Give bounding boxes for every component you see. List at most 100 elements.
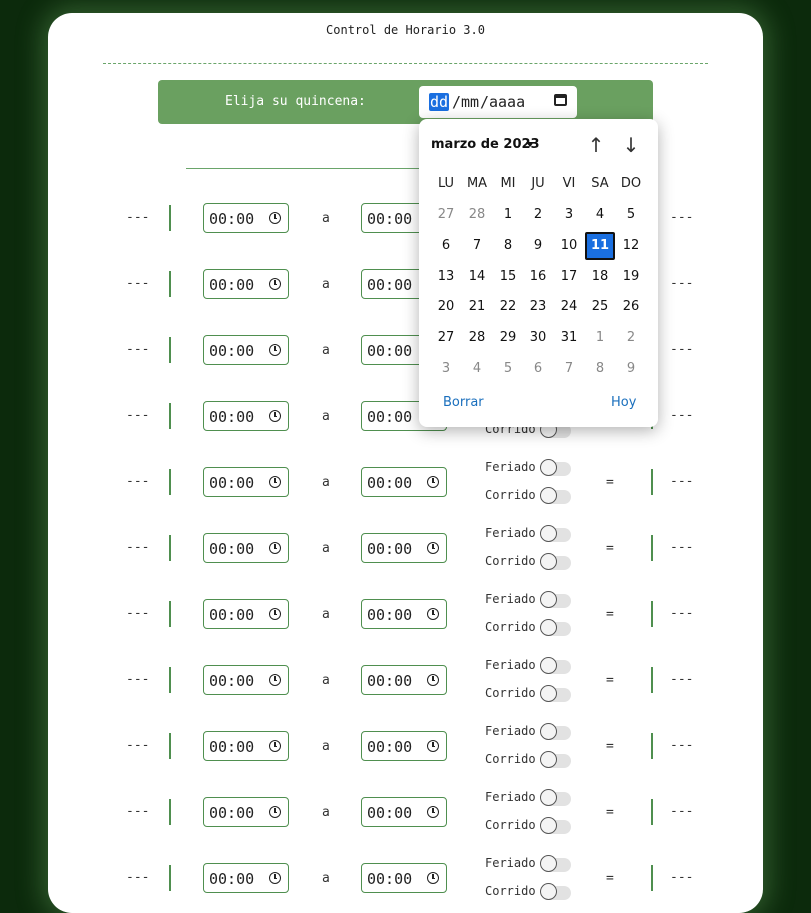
calendar-day[interactable]: 28 — [462, 201, 492, 229]
calendar-day[interactable]: 25 — [585, 293, 615, 321]
start-time-input[interactable]: 00:00 — [203, 203, 289, 233]
calendar-day[interactable]: 20 — [431, 293, 461, 321]
calendar-day[interactable]: 4 — [462, 355, 492, 383]
date-day-segment[interactable]: dd — [429, 93, 450, 111]
holiday-toggle[interactable] — [540, 657, 571, 674]
calendar-day[interactable]: 1 — [493, 201, 523, 229]
chevron-down-icon[interactable] — [526, 142, 534, 147]
calendar-day[interactable]: 2 — [523, 201, 553, 229]
clock-icon[interactable] — [269, 806, 281, 818]
end-time-input[interactable]: 00:00 — [361, 599, 447, 629]
calendar-day[interactable]: 9 — [523, 232, 553, 260]
today-button[interactable]: Hoy — [611, 395, 636, 410]
start-time-input[interactable]: 00:00 — [203, 467, 289, 497]
clear-button[interactable]: Borrar — [443, 395, 484, 410]
end-time-input[interactable]: 00:00 — [361, 863, 447, 893]
clock-icon[interactable] — [269, 410, 281, 422]
start-time-input[interactable]: 00:00 — [203, 863, 289, 893]
continuous-toggle[interactable] — [540, 751, 571, 768]
end-time-input[interactable]: 00:00 — [361, 533, 447, 563]
calendar-day[interactable]: 8 — [585, 355, 615, 383]
month-year-selector[interactable]: marzo de 2023 — [431, 137, 540, 152]
calendar-day[interactable]: 3 — [554, 201, 584, 229]
continuous-toggle[interactable] — [540, 619, 571, 636]
holiday-toggle[interactable] — [540, 459, 571, 476]
calendar-day[interactable]: 10 — [554, 232, 584, 260]
clock-icon[interactable] — [427, 806, 439, 818]
calendar-day[interactable]: 24 — [554, 293, 584, 321]
fortnight-date-input[interactable]: dd / mm / aaaa — [419, 86, 577, 118]
end-time-input[interactable]: 00:00 — [361, 731, 447, 761]
clock-icon[interactable] — [427, 872, 439, 884]
continuous-toggle[interactable] — [540, 883, 571, 900]
clock-icon[interactable] — [427, 542, 439, 554]
calendar-day[interactable]: 21 — [462, 293, 492, 321]
calendar-day[interactable]: 27 — [431, 201, 461, 229]
start-time-input[interactable]: 00:00 — [203, 797, 289, 827]
clock-icon[interactable] — [269, 674, 281, 686]
start-time-input[interactable]: 00:00 — [203, 401, 289, 431]
calendar-day[interactable]: 1 — [585, 324, 615, 352]
start-time-input[interactable]: 00:00 — [203, 731, 289, 761]
continuous-toggle[interactable] — [540, 487, 571, 504]
arrow-up-icon[interactable]: ↑ — [585, 133, 607, 157]
calendar-day[interactable]: 22 — [493, 293, 523, 321]
clock-icon[interactable] — [269, 608, 281, 620]
calendar-day[interactable]: 2 — [616, 324, 646, 352]
calendar-day[interactable]: 9 — [616, 355, 646, 383]
holiday-toggle[interactable] — [540, 591, 571, 608]
calendar-day[interactable]: 30 — [523, 324, 553, 352]
clock-icon[interactable] — [269, 740, 281, 752]
continuous-toggle[interactable] — [540, 685, 571, 702]
calendar-day[interactable]: 6 — [523, 355, 553, 383]
start-time-input[interactable]: 00:00 — [203, 599, 289, 629]
calendar-day[interactable]: 7 — [554, 355, 584, 383]
date-month-segment[interactable]: mm — [461, 93, 479, 111]
calendar-day[interactable]: 7 — [462, 232, 492, 260]
clock-icon[interactable] — [269, 476, 281, 488]
calendar-day[interactable]: 12 — [616, 232, 646, 260]
holiday-toggle[interactable] — [540, 723, 571, 740]
continuous-toggle[interactable] — [540, 817, 571, 834]
end-time-input[interactable]: 00:00 — [361, 665, 447, 695]
clock-icon[interactable] — [269, 344, 281, 356]
calendar-day[interactable]: 17 — [554, 263, 584, 291]
calendar-day[interactable]: 4 — [585, 201, 615, 229]
calendar-day[interactable]: 26 — [616, 293, 646, 321]
start-time-input[interactable]: 00:00 — [203, 665, 289, 695]
calendar-day[interactable]: 18 — [585, 263, 615, 291]
calendar-day[interactable]: 16 — [523, 263, 553, 291]
clock-icon[interactable] — [427, 608, 439, 620]
clock-icon[interactable] — [269, 278, 281, 290]
calendar-day[interactable]: 29 — [493, 324, 523, 352]
arrow-down-icon[interactable]: ↓ — [620, 133, 642, 157]
calendar-day[interactable]: 8 — [493, 232, 523, 260]
calendar-day[interactable]: 5 — [616, 201, 646, 229]
end-time-input[interactable]: 00:00 — [361, 797, 447, 827]
holiday-toggle[interactable] — [540, 855, 571, 872]
calendar-day[interactable]: 31 — [554, 324, 584, 352]
selected-day[interactable]: 11 — [585, 232, 615, 260]
clock-icon[interactable] — [269, 872, 281, 884]
clock-icon[interactable] — [269, 542, 281, 554]
start-time-input[interactable]: 00:00 — [203, 269, 289, 299]
clock-icon[interactable] — [269, 212, 281, 224]
calendar-day[interactable]: 3 — [431, 355, 461, 383]
calendar-day[interactable]: 28 — [462, 324, 492, 352]
continuous-toggle[interactable] — [540, 553, 571, 570]
calendar-day[interactable]: 6 — [431, 232, 461, 260]
end-time-input[interactable]: 00:00 — [361, 467, 447, 497]
calendar-day[interactable]: 14 — [462, 263, 492, 291]
calendar-day[interactable]: 5 — [493, 355, 523, 383]
holiday-toggle[interactable] — [540, 789, 571, 806]
calendar-day[interactable]: 15 — [493, 263, 523, 291]
calendar-icon[interactable] — [554, 94, 567, 106]
start-time-input[interactable]: 00:00 — [203, 335, 289, 365]
clock-icon[interactable] — [427, 476, 439, 488]
start-time-input[interactable]: 00:00 — [203, 533, 289, 563]
calendar-day[interactable]: 27 — [431, 324, 461, 352]
clock-icon[interactable] — [427, 674, 439, 686]
calendar-day[interactable]: 13 — [431, 263, 461, 291]
calendar-day[interactable]: 23 — [523, 293, 553, 321]
date-year-segment[interactable]: aaaa — [489, 93, 525, 111]
